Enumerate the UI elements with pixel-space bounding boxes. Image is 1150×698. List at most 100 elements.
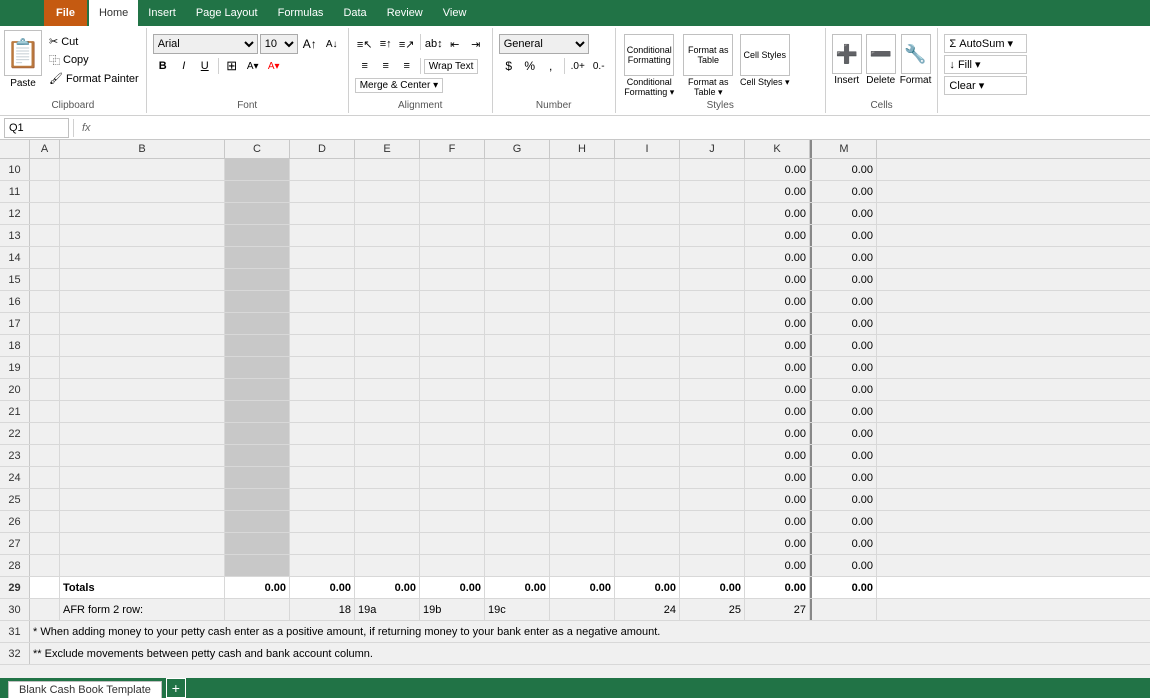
cell-h[interactable] [550,467,615,488]
cell-g[interactable] [485,445,550,466]
cell-h[interactable] [550,555,615,576]
cell-d[interactable] [290,291,355,312]
cell-b[interactable]: Totals [60,577,225,598]
cell-a[interactable] [30,225,60,246]
align-top-right-button[interactable]: ≡↗ [397,34,417,54]
tab-review[interactable]: Review [377,0,433,26]
cell-d[interactable] [290,533,355,554]
cell-d[interactable] [290,269,355,290]
cell-c[interactable] [225,445,290,466]
conditional-formatting-button[interactable]: Conditional Formatting Conditional Forma… [622,34,677,98]
cell-a[interactable] [30,533,60,554]
cell-e[interactable] [355,489,420,510]
cell-j[interactable] [680,313,745,334]
note-cell[interactable]: ** Exclude movements between petty cash … [30,643,930,664]
table-row[interactable]: 220.000.00 [0,423,1150,445]
indent-increase-button[interactable]: ⇥ [466,34,486,54]
cell-b[interactable] [60,379,225,400]
cell-a[interactable] [30,159,60,180]
cell-c[interactable] [225,225,290,246]
col-header-b[interactable]: B [60,140,225,158]
cell-j[interactable]: 0.00 [680,577,745,598]
cell-f[interactable] [420,357,485,378]
cell-a[interactable] [30,555,60,576]
cell-k[interactable]: 0.00 [745,181,810,202]
cell-b[interactable] [60,159,225,180]
decrease-font-size-button[interactable]: A↓ [322,34,342,54]
cell-b[interactable] [60,247,225,268]
cell-j[interactable] [680,247,745,268]
cell-a[interactable] [30,335,60,356]
cell-h[interactable] [550,511,615,532]
col-header-c[interactable]: C [225,140,290,158]
cell-j[interactable]: 25 [680,599,745,620]
cell-g[interactable] [485,313,550,334]
cell-b[interactable] [60,335,225,356]
cell-h[interactable] [550,269,615,290]
cell-c[interactable] [225,379,290,400]
cell-m[interactable]: 0.00 [812,159,877,180]
align-top-center-button[interactable]: ≡↑ [376,34,396,54]
col-header-e[interactable]: E [355,140,420,158]
cell-j[interactable] [680,181,745,202]
cell-g[interactable]: 19c [485,599,550,620]
table-row[interactable]: 31* When adding money to your petty cash… [0,621,1150,643]
cell-m[interactable]: 0.00 [812,555,877,576]
cell-m[interactable]: 0.00 [812,203,877,224]
cell-f[interactable] [420,247,485,268]
cell-reference-box[interactable] [4,118,69,138]
col-header-j[interactable]: J [680,140,745,158]
cell-b[interactable] [60,313,225,334]
cell-k[interactable]: 0.00 [745,489,810,510]
cell-j[interactable] [680,269,745,290]
indent-decrease-button[interactable]: ⇤ [445,34,465,54]
table-row[interactable]: 200.000.00 [0,379,1150,401]
cell-g[interactable] [485,511,550,532]
cell-h[interactable] [550,423,615,444]
cell-e[interactable]: 19a [355,599,420,620]
table-row[interactable]: 240.000.00 [0,467,1150,489]
cell-j[interactable] [680,159,745,180]
border-button[interactable]: ⊞ [222,56,242,76]
cell-i[interactable] [615,291,680,312]
cell-k[interactable]: 0.00 [745,291,810,312]
cell-e[interactable] [355,203,420,224]
cell-i[interactable] [615,247,680,268]
format-painter-button[interactable]: 🖌Format Painter [46,71,142,86]
note-cell[interactable]: * When adding money to your petty cash e… [30,621,930,642]
col-header-f[interactable]: F [420,140,485,158]
cell-i[interactable] [615,533,680,554]
table-row[interactable]: 210.000.00 [0,401,1150,423]
cell-f[interactable] [420,379,485,400]
cell-b[interactable] [60,467,225,488]
cell-c[interactable] [225,511,290,532]
cell-c[interactable] [225,269,290,290]
cell-f[interactable]: 19b [420,599,485,620]
cell-f[interactable] [420,291,485,312]
number-format-select[interactable]: General [499,34,589,54]
cell-c[interactable] [225,159,290,180]
cell-i[interactable] [615,379,680,400]
cell-i[interactable] [615,269,680,290]
cell-k[interactable]: 0.00 [745,225,810,246]
cell-e[interactable] [355,159,420,180]
cell-i[interactable] [615,401,680,422]
cell-m[interactable]: 0.00 [812,423,877,444]
cell-j[interactable] [680,423,745,444]
cell-m[interactable]: 0.00 [812,269,877,290]
cell-f[interactable] [420,313,485,334]
sheet-tab[interactable]: Blank Cash Book Template [8,681,162,698]
cell-k[interactable]: 0.00 [745,533,810,554]
cell-g[interactable] [485,401,550,422]
align-left-button[interactable]: ≡ [355,56,375,76]
cell-i[interactable] [615,203,680,224]
table-row[interactable]: 180.000.00 [0,335,1150,357]
cell-b[interactable] [60,269,225,290]
cell-g[interactable] [485,423,550,444]
format-as-table-button[interactable]: Format as Table Format as Table ▾ [681,34,736,98]
cell-e[interactable] [355,555,420,576]
cell-k[interactable]: 0.00 [745,467,810,488]
cell-e[interactable] [355,269,420,290]
wrap-text-button[interactable]: Wrap Text [424,59,479,74]
cell-g[interactable] [485,247,550,268]
